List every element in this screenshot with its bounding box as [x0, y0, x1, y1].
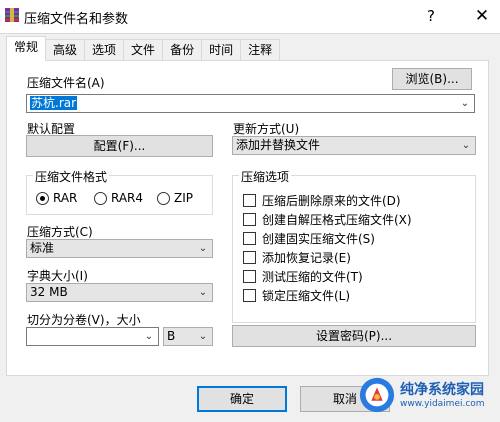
chevron-down-icon[interactable]: ⌄: [196, 328, 210, 345]
format-zip-radio[interactable]: ZIP: [157, 191, 193, 205]
delete-after-checkbox[interactable]: 压缩后删除原来的文件(D): [243, 192, 401, 209]
chevron-down-icon[interactable]: ⌄: [196, 284, 210, 301]
tab-advanced[interactable]: 高级: [45, 39, 86, 61]
tab-time[interactable]: 时间: [201, 39, 242, 61]
watermark-url: www.yidaimei.com: [400, 399, 485, 409]
update-mode-value: 添加并替换文件: [236, 138, 321, 152]
split-unit-select[interactable]: B ⌄: [163, 327, 213, 346]
sfx-checkbox[interactable]: 创建自解压格式压缩文件(X): [243, 211, 412, 228]
radio-unchecked-icon[interactable]: [94, 191, 107, 205]
radio-unchecked-icon[interactable]: [157, 191, 170, 205]
sfx-label: 创建自解压格式压缩文件(X): [262, 213, 412, 227]
help-button[interactable]: ?: [419, 5, 443, 27]
checkbox-icon[interactable]: [243, 213, 256, 226]
lock-label: 锁定压缩文件(L): [262, 289, 351, 303]
tab-strip: 常规 高级 选项 文件 备份 时间 注释: [6, 36, 281, 61]
delete-after-label: 压缩后删除原来的文件(D): [262, 194, 401, 208]
general-panel: 压缩文件名(A) 浏览(B)... 苏杭.rar ⌄ 默认配置 配置(F)...…: [6, 60, 489, 376]
split-unit-value: B: [167, 329, 176, 343]
dialog-client: 常规 高级 选项 文件 备份 时间 注释 压缩文件名(A) 浏览(B)... 苏…: [0, 33, 500, 422]
browse-button[interactable]: 浏览(B)...: [392, 68, 472, 90]
radio-checked-icon[interactable]: [36, 191, 49, 205]
chevron-down-icon[interactable]: ⌄: [142, 328, 156, 345]
test-label: 测试压缩的文件(T): [262, 270, 363, 284]
update-mode-select[interactable]: 添加并替换文件 ⌄: [232, 136, 476, 155]
split-size-input[interactable]: ⌄: [26, 327, 159, 346]
archive-name-field[interactable]: 苏杭.rar ⌄: [26, 94, 475, 113]
method-select[interactable]: 标准 ⌄: [26, 239, 213, 258]
archive-name-label: 压缩文件名(A): [27, 76, 105, 90]
archive-format-title: 压缩文件格式: [33, 168, 110, 185]
solid-label: 创建固实压缩文件(S): [262, 232, 375, 246]
checkbox-icon[interactable]: [243, 270, 256, 283]
chevron-down-icon[interactable]: ⌄: [459, 137, 473, 154]
dict-size-label: 字典大小(I): [27, 269, 88, 283]
tab-comment[interactable]: 注释: [240, 39, 281, 61]
dict-size-select[interactable]: 32 MB ⌄: [26, 283, 213, 302]
tab-files[interactable]: 文件: [123, 39, 164, 61]
archive-name-value: 苏杭.rar: [30, 96, 78, 110]
method-label: 压缩方式(C): [27, 225, 93, 239]
format-rar4-radio[interactable]: RAR4: [94, 191, 143, 205]
format-rar-label: RAR: [53, 191, 78, 205]
winrar-app-icon: [5, 8, 19, 22]
chevron-down-icon[interactable]: ⌄: [458, 95, 472, 112]
watermark-title: 纯净系统家园: [400, 382, 484, 398]
method-value: 标准: [30, 241, 55, 255]
profiles-button[interactable]: 配置(F)...: [26, 135, 213, 157]
solid-checkbox[interactable]: 创建固实压缩文件(S): [243, 230, 375, 247]
window-title: 压缩文件名和参数: [24, 12, 129, 27]
test-checkbox[interactable]: 测试压缩的文件(T): [243, 268, 363, 285]
format-rar-radio[interactable]: RAR: [36, 191, 77, 205]
watermark-logo-icon: [359, 377, 395, 413]
lock-checkbox[interactable]: 锁定压缩文件(L): [243, 287, 350, 304]
tab-general[interactable]: 常规: [6, 36, 47, 61]
checkbox-icon[interactable]: [243, 194, 256, 207]
format-rar4-label: RAR4: [111, 191, 144, 205]
ok-button[interactable]: 确定: [197, 386, 287, 412]
site-watermark: 纯净系统家园 www.yidaimei.com: [356, 372, 496, 420]
title-bar: 压缩文件名和参数 ? ✕: [0, 0, 500, 33]
set-password-button[interactable]: 设置密码(P)...: [232, 325, 476, 347]
tab-backup[interactable]: 备份: [162, 39, 203, 61]
checkbox-icon[interactable]: [243, 232, 256, 245]
tab-options[interactable]: 选项: [84, 39, 125, 61]
checkbox-icon[interactable]: [243, 289, 256, 302]
checkbox-icon[interactable]: [243, 251, 256, 264]
recovery-label: 添加恢复记录(E): [262, 251, 351, 265]
chevron-down-icon[interactable]: ⌄: [196, 240, 210, 257]
close-button[interactable]: ✕: [470, 5, 494, 27]
archiving-options-title: 压缩选项: [239, 168, 292, 185]
update-mode-label: 更新方式(U): [233, 122, 300, 136]
recovery-checkbox[interactable]: 添加恢复记录(E): [243, 249, 351, 266]
split-volume-label: 切分为分卷(V)，大小: [27, 313, 141, 327]
dict-size-value: 32 MB: [30, 285, 68, 299]
format-zip-label: ZIP: [174, 191, 193, 205]
